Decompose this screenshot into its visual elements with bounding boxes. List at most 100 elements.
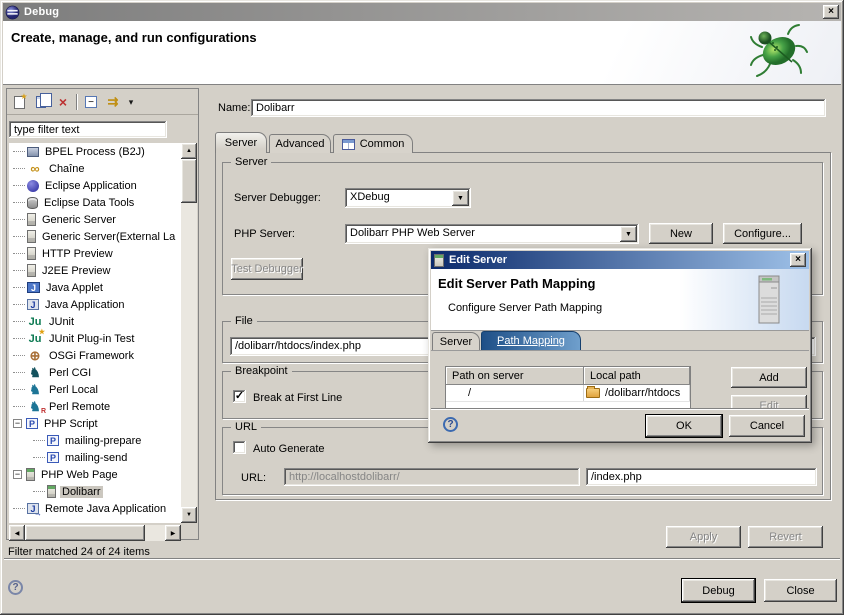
close-button[interactable]: Close xyxy=(764,579,837,602)
tab-server[interactable]: Server xyxy=(215,132,267,153)
chevron-down-icon[interactable]: ▼ xyxy=(452,190,469,206)
tree-item-dolibarr[interactable]: Dolibarr xyxy=(9,483,181,500)
tree-connector xyxy=(13,253,25,254)
table-row[interactable]: / /dolibarr/htdocs xyxy=(446,385,690,402)
dialog-tab-path-mapping[interactable]: Path Mapping xyxy=(481,331,581,350)
tree-item-label: JUnit Plug-in Test xyxy=(47,333,136,345)
tree-item-generic-server[interactable]: Generic Server xyxy=(9,211,181,228)
tree-item-php-script[interactable]: −PPHP Script xyxy=(9,415,181,432)
tree-item-label: PHP Web Page xyxy=(39,469,120,481)
add-mapping-button[interactable]: Add xyxy=(731,367,807,388)
tree-item-label: Java Applet xyxy=(44,282,105,294)
path-mapping-table[interactable]: Path on server Local path / /dolibarr/ht… xyxy=(445,366,691,408)
tree-item-label: Dolibarr xyxy=(60,486,103,498)
tree-item-label: J2EE Preview xyxy=(40,265,112,277)
break-first-line-checkbox[interactable] xyxy=(233,390,246,403)
tree-item-j2ee-preview[interactable]: J2EE Preview xyxy=(9,262,181,279)
server-icon xyxy=(27,230,36,243)
breakpoint-group-label: Breakpoint xyxy=(231,365,292,377)
tree-item-http-preview[interactable]: HTTP Preview xyxy=(9,245,181,262)
footer-separator xyxy=(4,558,840,560)
php-icon: P xyxy=(26,418,38,429)
url-path-input[interactable]: /index.php xyxy=(586,468,817,486)
new-configuration-icon[interactable] xyxy=(10,93,28,111)
scroll-up-icon[interactable]: ▲ xyxy=(181,143,197,159)
tree-item-remote-java-application[interactable]: JRemote Java Application xyxy=(9,500,181,517)
header-banner: Create, manage, and run configurations xyxy=(3,21,841,85)
tree-item-junit[interactable]: JuJUnit xyxy=(9,313,181,330)
tree-item-java-application[interactable]: JJava Application xyxy=(9,296,181,313)
filter-status: Filter matched 24 of 24 items xyxy=(8,546,150,558)
tree-item-cha-ne[interactable]: ∞Chaîne xyxy=(9,160,181,177)
launch-config-sidebar: × − ⇉ ▾ type filter text BPEL Process (B… xyxy=(6,88,199,540)
php-server-combo[interactable]: Dolibarr PHP Web Server ▼ xyxy=(345,224,639,244)
tree-item-perl-local[interactable]: ♞Perl Local xyxy=(9,381,181,398)
dialog-heading: Edit Server Path Mapping xyxy=(438,276,595,291)
php-file-icon: P xyxy=(47,435,59,446)
tree-item-label: Perl Remote xyxy=(47,401,112,413)
server-debugger-label: Server Debugger: xyxy=(234,192,321,204)
tree-item-junit-plug-in-test[interactable]: JuJUnit Plug-in Test xyxy=(9,330,181,347)
window-titlebar[interactable]: Debug xyxy=(3,3,841,21)
ok-button[interactable]: OK xyxy=(646,415,722,437)
tree-item-eclipse-application[interactable]: Eclipse Application xyxy=(9,177,181,194)
tree-connector xyxy=(13,168,25,169)
database-icon xyxy=(27,197,38,209)
url-group-label: URL xyxy=(231,421,261,433)
tree-vertical-scrollbar[interactable]: ▲ ▼ xyxy=(181,143,197,523)
window-close-icon[interactable] xyxy=(823,5,839,19)
tree-connector xyxy=(13,219,25,220)
tree-item-mailing-send[interactable]: Pmailing-send xyxy=(9,449,181,466)
tree-item-perl-cgi[interactable]: ♞Perl CGI xyxy=(9,364,181,381)
scroll-right-icon[interactable]: ▶ xyxy=(165,525,181,541)
tab-common[interactable]: Common xyxy=(333,134,413,153)
duplicate-configuration-icon[interactable] xyxy=(32,93,50,111)
tree-item-php-web-page[interactable]: − PHP Web Page xyxy=(9,466,181,483)
dialog-tab-server[interactable]: Server xyxy=(432,332,480,350)
horizontal-scroll-thumb[interactable] xyxy=(25,525,145,541)
collapse-toggle-icon[interactable]: − xyxy=(13,470,22,479)
collapse-all-icon[interactable]: − xyxy=(82,93,100,111)
perl-cgi-icon: ♞ xyxy=(27,366,43,379)
tab-advanced[interactable]: Advanced xyxy=(269,134,331,153)
collapse-toggle-icon[interactable]: − xyxy=(13,419,22,428)
column-path-on-server[interactable]: Path on server xyxy=(446,367,584,385)
auto-generate-checkbox[interactable] xyxy=(233,441,246,454)
name-label: Name: xyxy=(218,102,250,114)
tree-connector xyxy=(13,372,25,373)
local-path-cell: /dolibarr/htdocs xyxy=(584,385,690,401)
tree-horizontal-scrollbar[interactable]: ◀ ▶ xyxy=(9,525,181,541)
column-local-path[interactable]: Local path xyxy=(584,367,690,385)
apply-button: Apply xyxy=(666,526,741,548)
chevron-down-icon[interactable]: ▼ xyxy=(620,226,637,242)
filter-configurations-icon[interactable]: ⇉ xyxy=(104,93,122,111)
tree-connector xyxy=(33,457,45,458)
name-input[interactable]: Dolibarr xyxy=(251,99,826,117)
server-debugger-combo[interactable]: XDebug ▼ xyxy=(345,188,471,208)
tree-item-osgi-framework[interactable]: ⊕OSGi Framework xyxy=(9,347,181,364)
help-icon[interactable] xyxy=(8,580,23,595)
scroll-down-icon[interactable]: ▼ xyxy=(181,507,197,523)
tree-item-label: mailing-send xyxy=(63,452,129,464)
debug-button[interactable]: Debug xyxy=(682,579,755,602)
configure-server-button[interactable]: Configure... xyxy=(723,223,802,244)
dialog-titlebar[interactable]: Edit Server xyxy=(431,251,809,269)
server-icon xyxy=(27,264,36,277)
menu-dropdown-icon[interactable]: ▾ xyxy=(125,93,137,111)
tree-item-java-applet[interactable]: JJava Applet xyxy=(9,279,181,296)
tree-item-bpel-process-b2j[interactable]: BPEL Process (B2J) xyxy=(9,143,181,160)
config-tree: BPEL Process (B2J)∞ChaîneEclipse Applica… xyxy=(9,143,181,523)
php-server-value: Dolibarr PHP Web Server xyxy=(350,227,619,239)
delete-configuration-icon[interactable]: × xyxy=(54,93,72,111)
vertical-scroll-thumb[interactable] xyxy=(181,159,197,203)
filter-input[interactable]: type filter text xyxy=(9,121,167,138)
scroll-left-icon[interactable]: ◀ xyxy=(9,525,25,541)
tree-item-mailing-prepare[interactable]: Pmailing-prepare xyxy=(9,432,181,449)
cancel-button[interactable]: Cancel xyxy=(729,415,805,437)
tree-item-eclipse-data-tools[interactable]: Eclipse Data Tools xyxy=(9,194,181,211)
dialog-help-icon[interactable] xyxy=(443,417,458,432)
tree-item-generic-server-external-la[interactable]: Generic Server(External La xyxy=(9,228,181,245)
tree-item-perl-remote[interactable]: ♞Perl Remote xyxy=(9,398,181,415)
dialog-close-icon[interactable] xyxy=(790,253,806,267)
new-server-button[interactable]: New xyxy=(649,223,713,244)
